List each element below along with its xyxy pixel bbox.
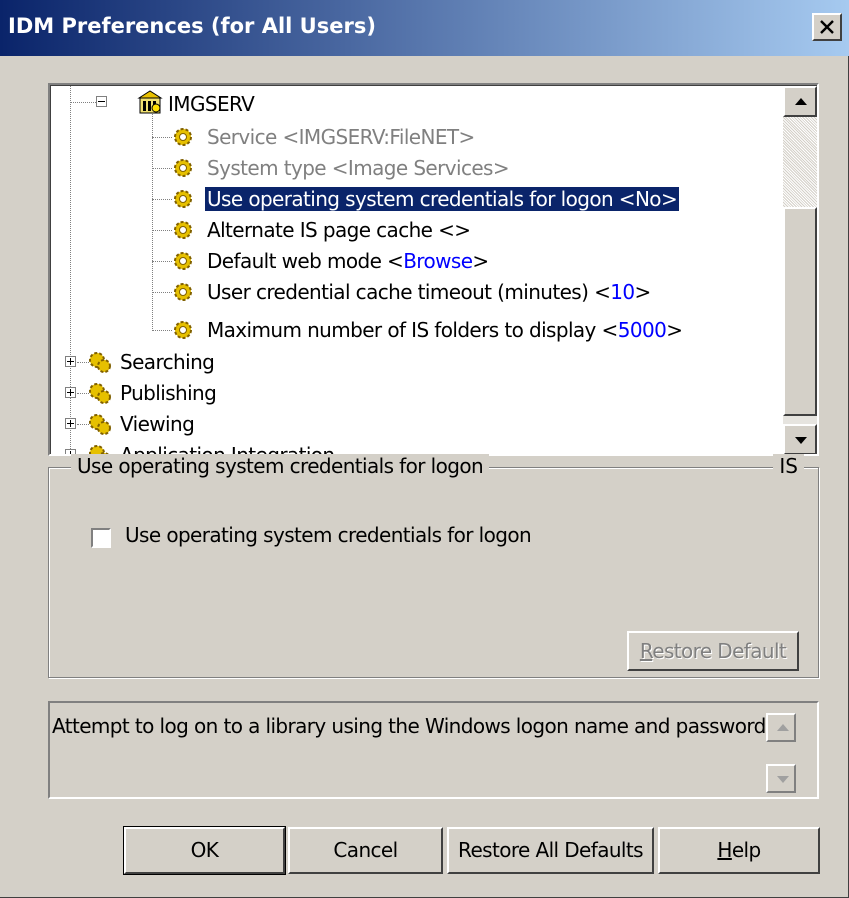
window-title: IDM Preferences (for All Users): [8, 14, 376, 38]
tree-line: [152, 292, 172, 293]
tree-item-os-credentials[interactable]: Use operating system credentials for log…: [203, 184, 681, 214]
tree-item-label: Default web mode <: [207, 249, 404, 273]
ok-button[interactable]: OK: [123, 826, 286, 875]
gear-icon: [174, 159, 192, 177]
arrow-down-icon: [777, 776, 789, 783]
tree-item-suffix: >: [634, 280, 651, 304]
tree-item-label: Publishing: [120, 381, 217, 405]
title-bar: IDM Preferences (for All Users): [0, 0, 849, 56]
tree-item-imgserv[interactable]: IMGSERV: [168, 89, 255, 119]
group-tag: IS: [773, 454, 804, 478]
tree-item-label: Alternate IS page cache <>: [207, 218, 471, 242]
gear-icon: [174, 283, 192, 301]
gear-icon: [174, 190, 192, 208]
description-text: Attempt to log on to a library using the…: [52, 714, 772, 738]
plus-icon: [67, 420, 74, 427]
tree-item-label: IMGSERV: [168, 92, 255, 116]
tree-item-value: 5000: [617, 318, 667, 342]
scroll-thumb[interactable]: [783, 207, 817, 416]
tree-item-suffix: >: [666, 318, 683, 342]
help-button[interactable]: Help: [658, 827, 820, 874]
gear-icon: [174, 252, 192, 270]
settings-groupbox: Use operating system credentials for log…: [48, 454, 819, 678]
tree-item-label: Maximum number of IS folders to display …: [207, 318, 618, 342]
gears-icon: [89, 352, 111, 373]
tree-item-label: User credential cache timeout (minutes) …: [207, 280, 611, 304]
server-icon: [137, 90, 163, 114]
gear-icon: [174, 321, 192, 339]
gear-icon: [174, 128, 192, 146]
scroll-down-button[interactable]: [783, 424, 817, 454]
tree-scrollbar[interactable]: [783, 86, 817, 454]
tree-item-value: 10: [610, 280, 635, 304]
tree-item-cache-timeout[interactable]: User credential cache timeout (minutes) …: [207, 277, 651, 307]
close-icon: [820, 20, 834, 34]
preferences-tree[interactable]: IMGSERV Service <IMGSERV:FileNET> System…: [48, 83, 819, 456]
tree-line: [152, 261, 172, 262]
description-box: Attempt to log on to a library using the…: [48, 701, 819, 799]
arrow-up-icon: [777, 724, 789, 731]
tree-item-label: Use operating system credentials for log…: [203, 186, 681, 212]
tree-item-publishing[interactable]: Publishing: [120, 378, 217, 408]
plus-icon: [67, 389, 74, 396]
preferences-dialog: IDM Preferences (for All Users) IMGSERV …: [0, 0, 849, 898]
tree-item-label: System type <Image Services>: [207, 156, 510, 180]
collapse-toggle[interactable]: [96, 96, 107, 107]
tree-item-page-cache[interactable]: Alternate IS page cache <>: [207, 215, 471, 245]
gear-icon: [174, 221, 192, 239]
checkbox-label[interactable]: Use operating system credentials for log…: [125, 523, 532, 547]
tree-line: [152, 330, 172, 331]
tree-item-label: Searching: [120, 350, 215, 374]
os-credentials-checkbox[interactable]: [91, 528, 111, 548]
description-scrollbar[interactable]: [766, 713, 796, 793]
scroll-up-button[interactable]: [766, 713, 796, 742]
mnemonic: R: [639, 639, 653, 663]
restore-all-defaults-button[interactable]: Restore All Defaults: [447, 827, 654, 874]
tree-line: [152, 230, 172, 231]
tree-item-viewing[interactable]: Viewing: [120, 409, 195, 439]
close-button[interactable]: [812, 13, 842, 41]
scroll-down-button[interactable]: [766, 764, 796, 793]
arrow-down-icon: [795, 437, 807, 444]
arrow-up-icon: [795, 98, 807, 105]
tree-item-label: Viewing: [120, 412, 195, 436]
tree-item-suffix: >: [472, 249, 489, 273]
tree-item-searching[interactable]: Searching: [120, 347, 215, 377]
cancel-button[interactable]: Cancel: [288, 827, 443, 874]
tree-item-value: Browse: [403, 249, 473, 273]
expand-toggle[interactable]: [65, 356, 76, 367]
tree-line: [152, 199, 172, 200]
tree-line: [152, 137, 172, 138]
tree-item-system-type[interactable]: System type <Image Services>: [207, 153, 510, 183]
tree-line: [152, 168, 172, 169]
plus-icon: [67, 358, 74, 365]
minus-icon: [98, 101, 105, 102]
scroll-up-button[interactable]: [783, 86, 817, 117]
gears-icon: [89, 414, 111, 435]
restore-default-button[interactable]: Restore Default: [627, 631, 799, 671]
tree-item-web-mode[interactable]: Default web mode <Browse>: [207, 246, 489, 276]
gears-icon: [89, 383, 111, 404]
tree-item-label: Service <IMGSERV:FileNET>: [207, 125, 475, 149]
tree-item-max-folders[interactable]: Maximum number of IS folders to display …: [207, 315, 683, 345]
button-label: estore Default: [652, 639, 787, 663]
tree-line: [152, 112, 153, 331]
expand-toggle[interactable]: [65, 387, 76, 398]
expand-toggle[interactable]: [65, 418, 76, 429]
group-title: Use operating system credentials for log…: [71, 454, 490, 478]
mnemonic: H: [717, 838, 732, 862]
scroll-track[interactable]: [783, 117, 817, 207]
button-label: elp: [731, 838, 761, 862]
tree-item-service[interactable]: Service <IMGSERV:FileNET>: [207, 122, 475, 152]
